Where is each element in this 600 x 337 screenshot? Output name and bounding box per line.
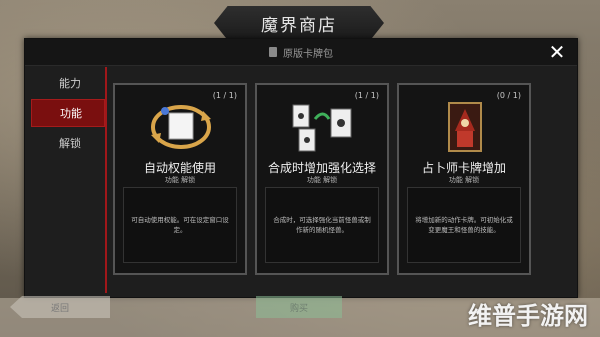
watermark: 维普手游网 [468, 302, 588, 330]
auto-cycle-icon [151, 105, 211, 149]
tab-function[interactable]: 功能 [31, 99, 105, 127]
panel-header: 原版卡牌包 [25, 39, 577, 66]
card-pack-icon [269, 47, 277, 57]
card-auto-power[interactable]: (1 / 1) 自动权能使用 功能 解锁 可自动使用权能。可在设定窗口设定。 [113, 83, 247, 275]
card-description: 将增加新的动作卡牌。可初始化或变更魔王和怪兽的技能。 [415, 216, 513, 234]
shop-title: 魔界商店 [214, 6, 384, 40]
tab-divider [105, 67, 107, 293]
card-count: (1 / 1) [212, 91, 237, 100]
card-description: 合成时，可选择强化当前怪兽或制作新的随机怪兽。 [273, 216, 371, 234]
panel-header-label: 原版卡牌包 [283, 48, 333, 60]
tab-ability-label: 能力 [59, 77, 81, 90]
close-icon[interactable]: ✕ [547, 41, 567, 63]
card-count: (0 / 1) [496, 91, 521, 100]
card-fortune-teller[interactable]: (0 / 1) 占卜师卡牌增加 功能 解锁 将增加新的动作卡牌。可初始化或变更魔… [397, 83, 531, 275]
card-title: 占卜师卡牌增加 [421, 161, 506, 175]
card-count: (1 / 1) [354, 91, 379, 100]
category-tabs: 能力 功能 解锁 [31, 69, 105, 159]
tab-unlock-label: 解锁 [59, 137, 81, 150]
card-title: 合成时增加强化选择 [267, 161, 376, 175]
fortune-teller-card-icon [448, 102, 482, 152]
tab-unlock[interactable]: 解锁 [31, 129, 105, 157]
back-button[interactable]: 返回 [10, 296, 110, 318]
buy-button[interactable]: 购买 [256, 296, 342, 318]
card-description: 可自动使用权能。可在设定窗口设定。 [131, 216, 229, 234]
card-title: 自动权能使用 [143, 161, 216, 175]
card-tags: 功能 解锁 [448, 176, 480, 184]
card-tags: 功能 解锁 [164, 176, 196, 184]
card-fusion-upgrade[interactable]: (1 / 1) 合成时增加强化选择 功能 解锁 合成时，可选择强化当前怪兽或制作… [255, 83, 389, 275]
tab-ability[interactable]: 能力 [31, 69, 105, 97]
card-tags: 功能 解锁 [306, 176, 338, 184]
tab-function-label: 功能 [60, 107, 82, 120]
card-fusion-icon [292, 104, 352, 152]
card-pack-panel: 原版卡牌包 ✕ 能力 功能 解锁 (1 / 1) 自动权能使用 功能 解锁 可自… [24, 38, 578, 298]
